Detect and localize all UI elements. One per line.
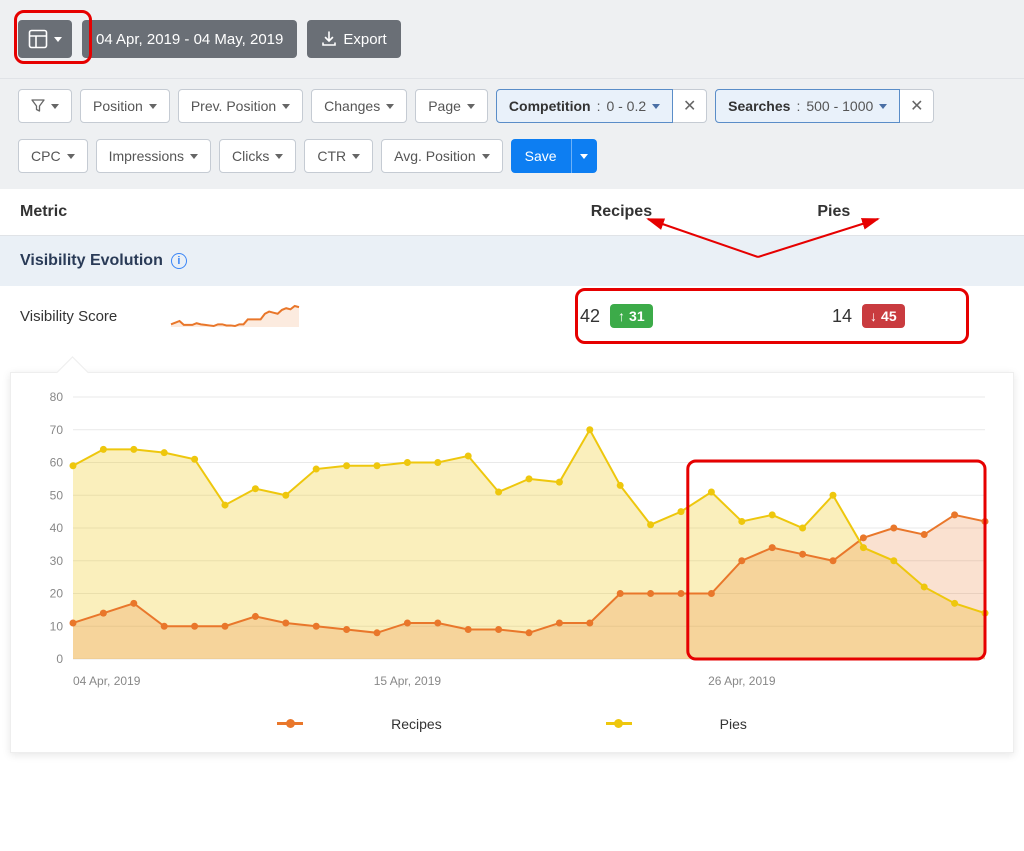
filter-impressions[interactable]: Impressions bbox=[96, 139, 211, 173]
chevron-down-icon bbox=[149, 104, 157, 109]
metric-visibility-score: Visibility Score bbox=[20, 308, 170, 325]
svg-text:80: 80 bbox=[50, 390, 64, 404]
chevron-down-icon bbox=[67, 154, 75, 159]
column-metric: Metric bbox=[20, 203, 591, 221]
filter-changes[interactable]: Changes bbox=[311, 89, 407, 123]
svg-text:20: 20 bbox=[50, 587, 64, 601]
pies-change: 45 bbox=[881, 308, 897, 324]
remove-competition[interactable]: ✕ bbox=[673, 89, 707, 123]
recipes-score: 42 bbox=[580, 306, 600, 327]
legend-pies[interactable]: Pies bbox=[566, 716, 787, 732]
chart-container: 0 10 20 30 40 50 60 70 80 04 Apr, 2019 15 Apr, 201… bbox=[10, 372, 1014, 753]
chevron-down-icon bbox=[386, 104, 394, 109]
filter-cpc[interactable]: CPC bbox=[18, 139, 88, 173]
chevron-down-icon bbox=[190, 154, 198, 159]
chevron-down-icon bbox=[352, 154, 360, 159]
filter-ctr[interactable]: CTR bbox=[304, 139, 373, 173]
date-range-button[interactable]: 04 Apr, 2019 - 04 May, 2019 bbox=[82, 20, 297, 58]
filter-competition[interactable]: Competition : 0 - 0.2 bbox=[496, 89, 673, 123]
funnel-icon bbox=[31, 99, 45, 113]
legend-swatch-orange bbox=[277, 722, 303, 725]
svg-text:40: 40 bbox=[50, 521, 64, 535]
filter-funnel[interactable] bbox=[18, 89, 72, 123]
export-button[interactable]: Export bbox=[307, 20, 400, 58]
svg-text:70: 70 bbox=[50, 423, 64, 437]
chevron-down-icon bbox=[879, 104, 887, 109]
chevron-down-icon bbox=[54, 37, 62, 42]
chevron-down-icon bbox=[467, 104, 475, 109]
visibility-chart: 0 10 20 30 40 50 60 70 80 04 Apr, 2019 15 Apr, 201… bbox=[19, 373, 999, 693]
annotation-arrows bbox=[598, 217, 938, 261]
pies-score: 14 bbox=[832, 306, 852, 327]
svg-text:0: 0 bbox=[56, 652, 63, 666]
arrow-down-icon: ↓ bbox=[870, 309, 877, 323]
filter-position[interactable]: Position bbox=[80, 89, 170, 123]
filter-avg-position[interactable]: Avg. Position bbox=[381, 139, 502, 173]
layout-dropdown[interactable] bbox=[18, 20, 72, 58]
chevron-down-icon bbox=[482, 154, 490, 159]
svg-text:10: 10 bbox=[50, 619, 64, 633]
save-dropdown[interactable] bbox=[571, 139, 597, 173]
filter-page[interactable]: Page bbox=[415, 89, 488, 123]
recipes-change: 31 bbox=[629, 308, 645, 324]
chart-legend: Recipes Pies bbox=[19, 698, 1005, 738]
info-icon[interactable]: i bbox=[171, 253, 187, 269]
chevron-down-icon bbox=[652, 104, 660, 109]
svg-text:26 Apr, 2019: 26 Apr, 2019 bbox=[708, 674, 776, 688]
svg-text:04 Apr, 2019: 04 Apr, 2019 bbox=[73, 674, 141, 688]
save-button[interactable]: Save bbox=[511, 139, 571, 173]
export-label: Export bbox=[343, 31, 386, 48]
legend-recipes[interactable]: Recipes bbox=[237, 716, 482, 732]
svg-text:30: 30 bbox=[50, 554, 64, 568]
remove-searches[interactable]: ✕ bbox=[900, 89, 934, 123]
filter-searches[interactable]: Searches : 500 - 1000 bbox=[715, 89, 900, 123]
chevron-down-icon bbox=[282, 104, 290, 109]
legend-swatch-yellow bbox=[606, 722, 632, 725]
svg-text:60: 60 bbox=[50, 456, 64, 470]
close-icon: ✕ bbox=[910, 96, 923, 116]
filter-clicks[interactable]: Clicks bbox=[219, 139, 296, 173]
layout-icon bbox=[28, 29, 48, 49]
download-icon bbox=[321, 31, 337, 47]
section-title: Visibility Evolution bbox=[20, 252, 163, 270]
svg-text:15 Apr, 2019: 15 Apr, 2019 bbox=[374, 674, 442, 688]
filter-prev-position[interactable]: Prev. Position bbox=[178, 89, 303, 123]
svg-text:50: 50 bbox=[50, 488, 64, 502]
recipes-change-badge: ↑ 31 bbox=[610, 304, 653, 328]
chevron-down-icon bbox=[580, 154, 588, 159]
close-icon: ✕ bbox=[683, 96, 696, 116]
chevron-down-icon bbox=[275, 154, 283, 159]
sparkline bbox=[170, 304, 300, 328]
pies-change-badge: ↓ 45 bbox=[862, 304, 905, 328]
chevron-down-icon bbox=[51, 104, 59, 109]
arrow-up-icon: ↑ bbox=[618, 309, 625, 323]
date-range-text: 04 Apr, 2019 - 04 May, 2019 bbox=[96, 31, 283, 48]
